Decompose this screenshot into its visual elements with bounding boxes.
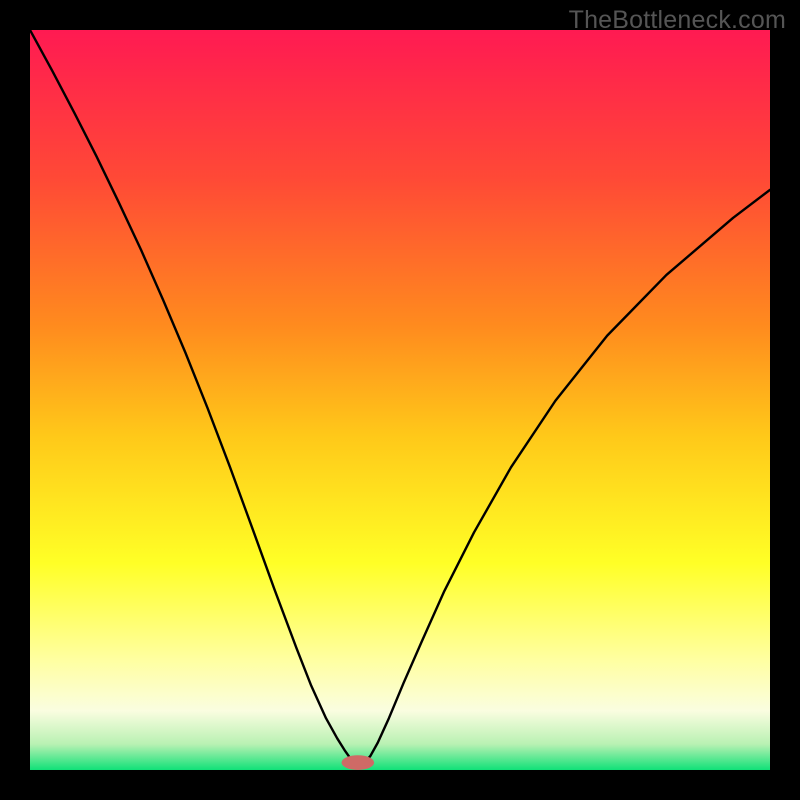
- chart-svg: [30, 30, 770, 770]
- chart-background-gradient: [30, 30, 770, 770]
- optimal-point-marker: [342, 755, 375, 770]
- chart-frame: TheBottleneck.com: [0, 0, 800, 800]
- chart-plot-area: [30, 30, 770, 770]
- watermark-text: TheBottleneck.com: [569, 6, 786, 35]
